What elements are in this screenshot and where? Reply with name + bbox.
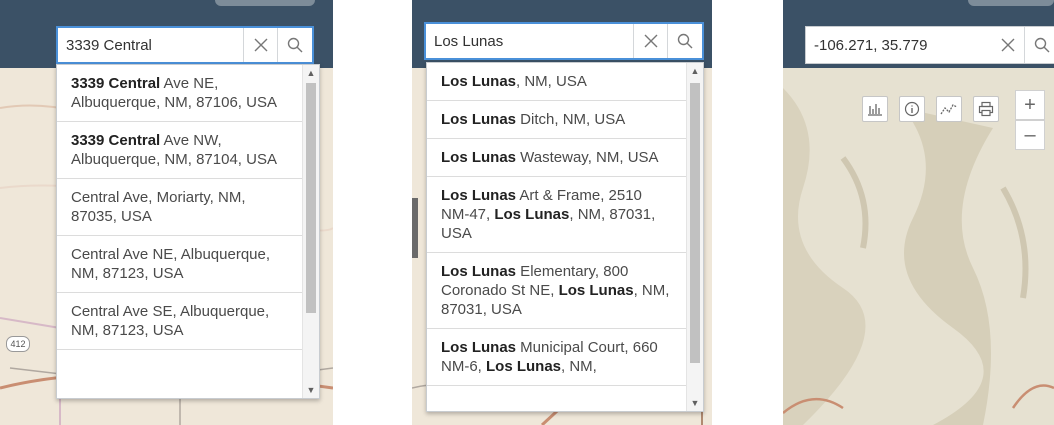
header-tab — [215, 0, 315, 6]
suggestion-match-text: Los Lunas — [441, 263, 517, 280]
suggestion-text: Wasteway, NM, USA — [516, 149, 659, 166]
clear-search-button[interactable] — [243, 28, 278, 62]
panel-address-search: 412 3339 Central Ave NE, Albuquerque, NM… — [0, 0, 333, 425]
suggestion-match-text: 3339 Central — [71, 75, 161, 92]
chart-button[interactable] — [862, 96, 888, 122]
suggestion-match-text: 3339 Central — [71, 132, 161, 149]
panel-coordinate-search: + – — [783, 0, 1054, 425]
suggestion-match-text: Los Lunas — [441, 339, 517, 356]
suggestion-item[interactable]: 3339 Central Ave NE, Albuquerque, NM, 87… — [57, 65, 303, 122]
zoom-out-button[interactable]: – — [1015, 120, 1045, 150]
suggestion-item[interactable]: Los Lunas Elementary, 800 Coronado St NE… — [427, 253, 687, 329]
profile-button[interactable] — [936, 96, 962, 122]
suggestion-item[interactable]: Central Ave SE, Albuquerque, NM, 87123, … — [57, 293, 303, 350]
suggestion-item[interactable]: Central Ave NE, Albuquerque, NM, 87123, … — [57, 236, 303, 293]
suggestion-match-text: Los Lunas — [441, 149, 517, 166]
scroll-down-arrow-icon[interactable]: ▼ — [303, 382, 319, 398]
suggestions-list: Los Lunas, NM, USA Los Lunas Ditch, NM, U… — [427, 63, 687, 386]
profile-line-icon — [940, 104, 958, 115]
close-icon — [1001, 38, 1015, 52]
search-button[interactable] — [1024, 27, 1054, 63]
search-icon — [677, 33, 693, 49]
suggestions-menu: 3339 Central Ave NE, Albuquerque, NM, 87… — [56, 64, 320, 399]
suggestion-item[interactable]: 3339 Central Ave NW, Albuquerque, NM, 87… — [57, 122, 303, 179]
suggestion-match-text: Los Lunas — [558, 282, 634, 299]
panel-place-search: Los Lunas, NM, USALos Lunas Ditch, NM, U… — [412, 0, 712, 425]
clear-search-button[interactable] — [991, 27, 1025, 63]
search-icon — [287, 37, 303, 53]
close-icon — [254, 38, 268, 52]
suggestion-text: , NM, — [561, 358, 597, 375]
suggestion-item[interactable]: Los Lunas Municipal Court, 660 NM-6, Los… — [427, 329, 687, 386]
search-button[interactable] — [667, 24, 702, 58]
chart-icon — [868, 104, 882, 116]
scroll-thumb[interactable] — [690, 83, 700, 363]
header-tab — [968, 0, 1054, 6]
search-box — [805, 26, 1054, 64]
scroll-up-arrow-icon[interactable]: ▲ — [687, 63, 703, 79]
suggestion-item[interactable]: Los Lunas, NM, USA — [427, 63, 687, 101]
suggestions-list: 3339 Central Ave NE, Albuquerque, NM, 87… — [57, 65, 303, 350]
suggestion-text: Central Ave, Moriarty, NM, 87035, USA — [71, 189, 246, 225]
suggestion-item[interactable]: Los Lunas Art & Frame, 2510 NM-47, Los L… — [427, 177, 687, 253]
search-icon — [1034, 37, 1050, 53]
suggestion-item[interactable]: Los Lunas Ditch, NM, USA — [427, 101, 687, 139]
info-icon — [904, 101, 920, 117]
search-box — [424, 22, 704, 60]
suggestion-text: Central Ave SE, Albuquerque, NM, 87123, … — [71, 303, 270, 339]
scroll-down-arrow-icon[interactable]: ▼ — [687, 395, 703, 411]
suggestion-item[interactable]: Los Lunas Wasteway, NM, USA — [427, 139, 687, 177]
search-input[interactable] — [806, 27, 994, 63]
scrollbar[interactable]: ▲ ▼ — [302, 65, 319, 398]
print-icon — [978, 101, 994, 117]
search-box — [56, 26, 314, 64]
suggestion-match-text: Los Lunas — [486, 358, 562, 375]
suggestion-match-text: Los Lunas — [441, 187, 517, 204]
suggestion-text: Central Ave NE, Albuquerque, NM, 87123, … — [71, 246, 271, 282]
close-icon — [644, 34, 658, 48]
zoom-in-button[interactable]: + — [1015, 90, 1045, 120]
search-input[interactable] — [426, 24, 644, 58]
suggestion-item[interactable]: Central Ave, Moriarty, NM, 87035, USA — [57, 179, 303, 236]
print-button[interactable] — [973, 96, 999, 122]
route-shield: 412 — [6, 336, 30, 352]
scrollbar[interactable]: ▲ ▼ — [686, 63, 703, 411]
suggestion-match-text: Los Lunas — [494, 206, 570, 223]
scroll-thumb[interactable] — [306, 83, 316, 313]
suggestion-text: Ditch, NM, USA — [516, 111, 626, 128]
suggestions-menu: Los Lunas, NM, USA Los Lunas Ditch, NM, U… — [426, 62, 704, 412]
suggestion-text: , NM, USA — [516, 73, 587, 90]
search-input[interactable] — [58, 28, 254, 62]
suggestion-match-text: Los Lunas — [441, 111, 517, 128]
info-button[interactable] — [899, 96, 925, 122]
suggestion-match-text: Los Lunas — [441, 73, 517, 90]
clear-search-button[interactable] — [633, 24, 668, 58]
search-button[interactable] — [277, 28, 312, 62]
scroll-up-arrow-icon[interactable]: ▲ — [303, 65, 319, 81]
